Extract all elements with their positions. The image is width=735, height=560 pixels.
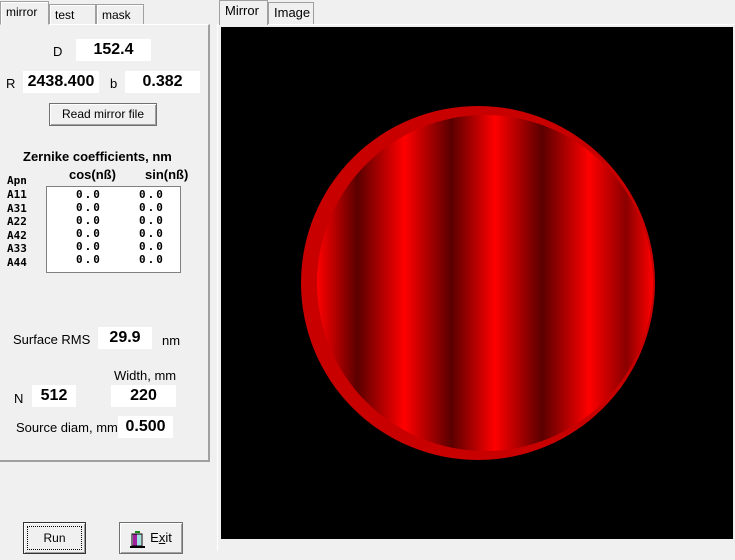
rms-unit-label: nm [162, 333, 181, 348]
cos-value: 0.0 [76, 253, 102, 266]
run-label: Run [43, 531, 66, 545]
mirror-interferogram-view [221, 27, 733, 539]
exit-label-e: E [150, 530, 159, 545]
surface-rms-field: 29.9 [98, 327, 152, 349]
tab-mask[interactable]: mask [96, 4, 144, 24]
row-label-a22: A22 [7, 215, 27, 228]
cos-column-header: cos(nß) [69, 167, 116, 182]
cos-value: 0.0 [76, 214, 102, 227]
sin-value: 0.0 [139, 201, 165, 214]
tab-image-view[interactable]: Image [268, 2, 314, 24]
zernike-row-labels: A11 A31 A22 A42 A33 A44 [7, 188, 27, 269]
sin-value: 0.0 [139, 227, 165, 240]
source-diam-label: Source diam, mm [16, 420, 118, 435]
cos-value: 0.0 [76, 201, 102, 214]
r-field[interactable]: 2438.400 [23, 71, 99, 93]
d-label: D [53, 44, 63, 59]
read-mirror-file-button[interactable]: Read mirror file [49, 103, 157, 126]
exit-button[interactable]: Exit [119, 522, 183, 554]
row-label-a42: A42 [7, 228, 27, 242]
zernike-row[interactable]: 0.0 0.0 [47, 202, 180, 214]
sin-value: 0.0 [139, 188, 165, 201]
b-label: b [110, 76, 118, 91]
zernike-row[interactable]: 0.0 0.0 [47, 189, 180, 201]
zernike-row[interactable]: 0.0 0.0 [47, 241, 180, 253]
cos-value: 0.0 [76, 240, 102, 253]
tab-mirror[interactable]: mirror [0, 1, 49, 25]
apn-header: Apn [7, 174, 27, 187]
run-button[interactable]: Run [23, 522, 86, 554]
right-panel-edge [217, 24, 218, 551]
mirror-fringes [317, 115, 653, 451]
tab-test[interactable]: test [49, 4, 96, 24]
exit-label-rest: it [165, 530, 172, 545]
width-field[interactable]: 220 [111, 385, 176, 407]
row-label-a44: A44 [7, 255, 27, 269]
cos-value: 0.0 [76, 227, 102, 240]
zernike-row[interactable]: 0.0 0.0 [47, 215, 180, 227]
b-field[interactable]: 0.382 [125, 71, 200, 93]
sin-value: 0.0 [139, 253, 165, 266]
zernike-coefficients-list[interactable]: 0.0 0.0 0.0 0.0 0.0 0.0 0.0 0.0 0.0 0.0 0.0 0.… [46, 186, 181, 273]
n-field[interactable]: 512 [32, 385, 76, 407]
right-tab-divider [217, 24, 735, 25]
tab-mirror-view-label: Mirror [225, 3, 259, 18]
exit-door-icon [130, 530, 146, 548]
sin-value: 0.0 [139, 214, 165, 227]
tab-image-view-label: Image [274, 5, 311, 20]
tab-test-label: test [55, 8, 75, 22]
zernike-row[interactable]: 0.0 0.0 [47, 228, 180, 240]
zernike-title: Zernike coefficients, nm [23, 149, 172, 164]
d-field[interactable]: 152.4 [76, 39, 151, 61]
source-diam-field[interactable]: 0.500 [118, 416, 173, 438]
row-label-a11: A11 [7, 188, 27, 201]
row-label-a31: A31 [7, 201, 27, 215]
r-label: R [6, 76, 16, 91]
cos-value: 0.0 [76, 188, 102, 201]
surface-rms-label: Surface RMS [13, 332, 91, 347]
row-label-a33: A33 [7, 242, 27, 255]
width-label: Width, mm [114, 368, 177, 383]
tab-mirror-label: mirror [6, 5, 38, 19]
interferogram-canvas [301, 106, 655, 460]
tab-mirror-view[interactable]: Mirror [219, 0, 268, 25]
sin-column-header: sin(nß) [145, 167, 189, 182]
sin-value: 0.0 [139, 240, 165, 253]
zernike-row[interactable]: 0.0 0.0 [47, 254, 180, 266]
tab-mask-label: mask [102, 8, 131, 22]
n-label: N [14, 391, 24, 406]
